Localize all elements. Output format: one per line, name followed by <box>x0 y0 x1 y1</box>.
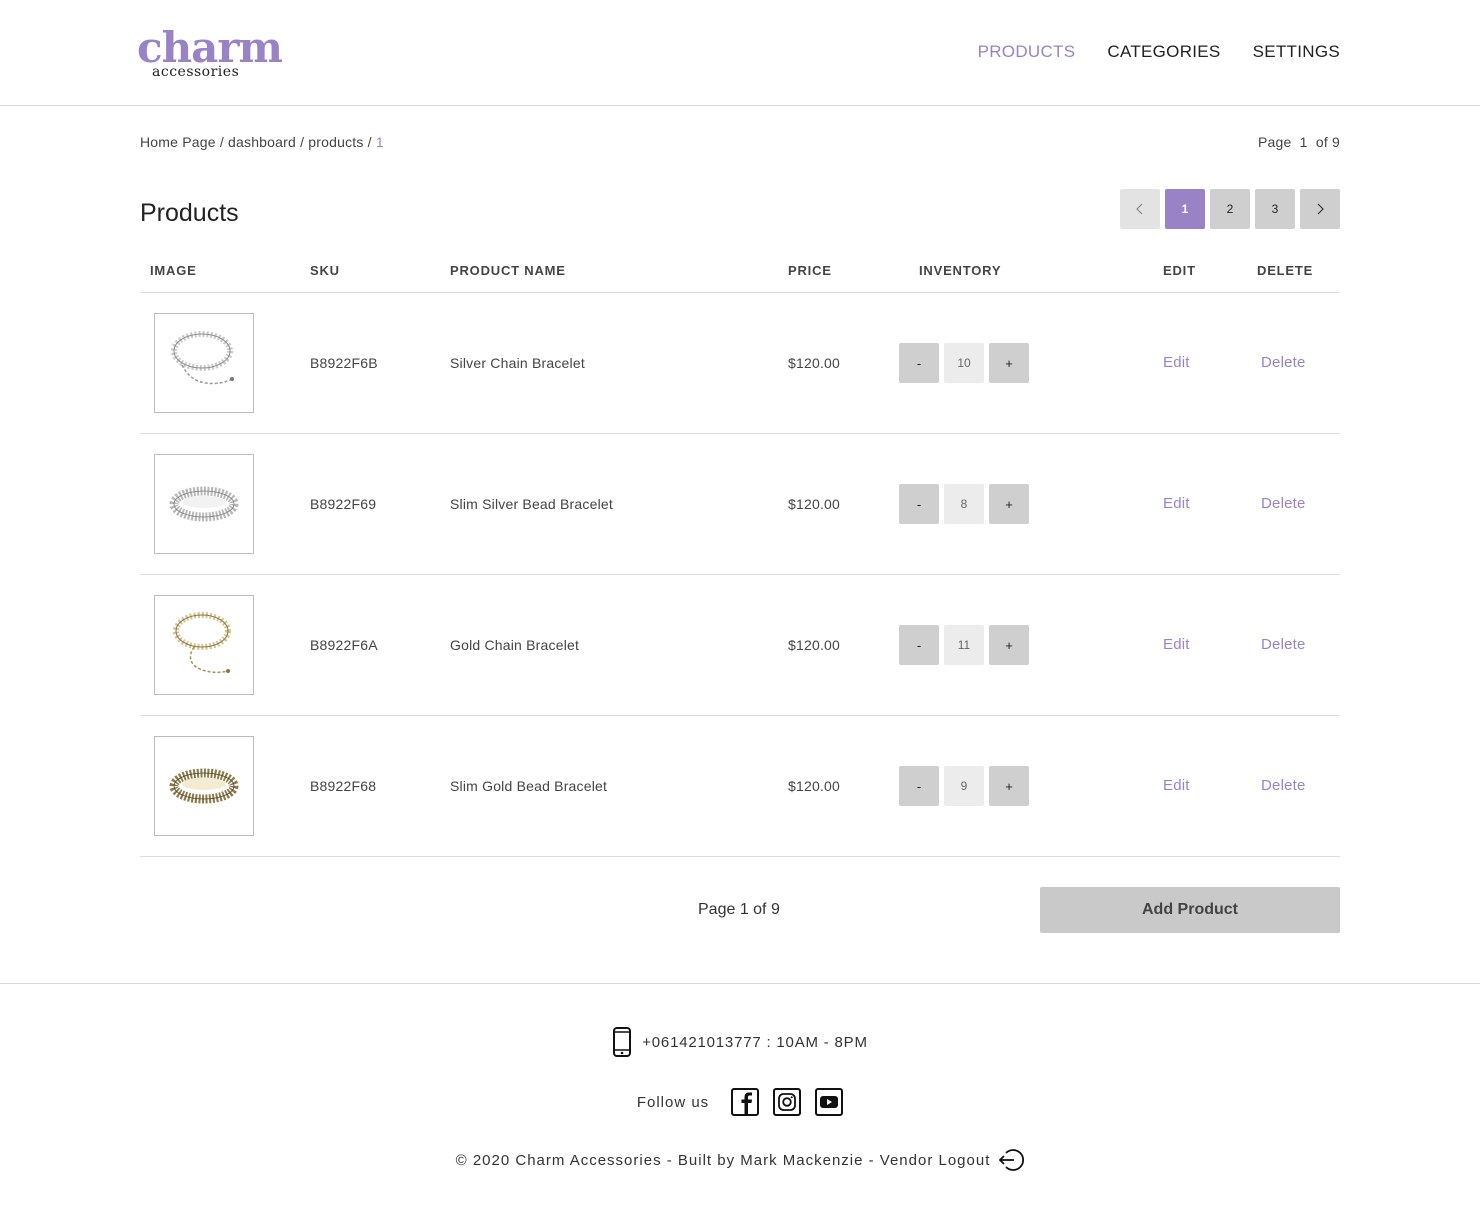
instagram-icon[interactable] <box>773 1088 802 1116</box>
inventory-decrease-button[interactable]: - <box>899 766 939 806</box>
pagination-page-1[interactable]: 1 <box>1165 189 1205 229</box>
product-name: Slim Silver Bead Bracelet <box>450 496 613 512</box>
contact-line: +061421013777 : 10AM - 8PM <box>0 1027 1480 1057</box>
silver-bead-bracelet-image <box>169 486 239 522</box>
product-thumbnail[interactable] <box>154 736 254 836</box>
page-indicator: Page 1 of 9 <box>1258 134 1340 150</box>
pagination-page-2[interactable]: 2 <box>1210 189 1250 229</box>
edit-link[interactable]: Edit <box>1163 777 1190 795</box>
edit-link[interactable]: Edit <box>1163 495 1190 513</box>
table-row: B8922F69 Slim Silver Bead Bracelet $120.… <box>140 434 1340 575</box>
edit-link[interactable]: Edit <box>1163 636 1190 654</box>
product-thumbnail[interactable] <box>154 454 254 554</box>
add-product-button[interactable]: Add Product <box>1040 887 1340 933</box>
facebook-icon[interactable] <box>731 1088 760 1116</box>
contact-phone: +061421013777 : 10AM - 8PM <box>642 1033 868 1051</box>
inventory-value: 8 <box>944 484 984 524</box>
inventory-decrease-button[interactable]: - <box>899 625 939 665</box>
inventory-decrease-button[interactable]: - <box>899 343 939 383</box>
inventory-value: 10 <box>944 343 984 383</box>
pagination-page-3[interactable]: 3 <box>1255 189 1295 229</box>
header-inventory: INVENTORY <box>919 263 1002 278</box>
product-sku: B8922F6B <box>310 355 378 371</box>
product-name: Silver Chain Bracelet <box>450 355 585 371</box>
breadcrumb-separator: / <box>367 134 372 150</box>
product-name: Gold Chain Bracelet <box>450 637 580 653</box>
page-title: Products <box>140 199 239 227</box>
gold-bead-bracelet-image <box>169 768 239 804</box>
breadcrumb-products[interactable]: products <box>308 134 363 150</box>
header-product-name: PRODUCT NAME <box>450 263 566 278</box>
inventory-value: 11 <box>944 625 984 665</box>
main-nav: PRODUCTS CATEGORIES SETTINGS <box>978 42 1340 62</box>
nav-products[interactable]: PRODUCTS <box>978 42 1076 62</box>
delete-link[interactable]: Delete <box>1261 495 1306 513</box>
product-sku: B8922F68 <box>310 778 377 794</box>
pagination-prev-button[interactable] <box>1120 189 1160 229</box>
breadcrumb-home[interactable]: Home Page <box>140 134 216 150</box>
inventory-stepper: - 8 + <box>899 484 1029 524</box>
brand-logo[interactable]: charm accessories <box>137 26 283 82</box>
delete-link[interactable]: Delete <box>1261 354 1306 372</box>
follow-us-label: Follow us <box>636 1093 710 1111</box>
pagination-next-button[interactable] <box>1300 189 1340 229</box>
product-thumbnail[interactable] <box>154 313 254 413</box>
breadcrumb-current: 1 <box>375 134 384 150</box>
header-edit: EDIT <box>1163 263 1196 278</box>
header-delete: DELETE <box>1257 263 1314 278</box>
copyright-text[interactable]: © 2020 Charm Accessories - Built by Mark… <box>456 1152 991 1169</box>
breadcrumb-separator: / <box>300 134 305 150</box>
silver-chain-bracelet-image <box>171 331 234 385</box>
delete-link[interactable]: Delete <box>1261 636 1306 654</box>
product-price: $120.00 <box>788 496 841 512</box>
product-price: $120.00 <box>788 637 841 653</box>
product-sku: B8922F69 <box>310 496 377 512</box>
product-price: $120.00 <box>788 778 841 794</box>
phone-icon <box>612 1027 632 1057</box>
breadcrumb: Home Page / dashboard / products / 1 <box>140 133 384 151</box>
table-header: IMAGE SKU PRODUCT NAME PRICE INVENTORY E… <box>140 250 1340 293</box>
nav-categories[interactable]: CATEGORIES <box>1107 42 1220 62</box>
nav-settings[interactable]: SETTINGS <box>1253 42 1340 62</box>
page-count-text: Page 1 of 9 <box>698 901 780 918</box>
breadcrumb-separator: / <box>219 134 224 150</box>
edit-link[interactable]: Edit <box>1163 354 1190 372</box>
table-row: B8922F6B Silver Chain Bracelet $120.00 -… <box>140 293 1340 434</box>
inventory-decrease-button[interactable]: - <box>899 484 939 524</box>
logo-subtitle: accessories <box>152 64 240 80</box>
header-price: PRICE <box>788 263 832 278</box>
table-row: B8922F6A Gold Chain Bracelet $120.00 - 1… <box>140 575 1340 716</box>
site-header: charm accessories PRODUCTS CATEGORIES SE… <box>0 0 1480 106</box>
inventory-stepper: - 11 + <box>899 625 1029 665</box>
header-sku: SKU <box>310 263 340 278</box>
pagination: 1 2 3 <box>1120 189 1340 229</box>
product-name: Slim Gold Bead Bracelet <box>450 778 608 794</box>
header-image: IMAGE <box>150 263 197 278</box>
delete-link[interactable]: Delete <box>1261 777 1306 795</box>
gold-chain-bracelet-image <box>173 612 231 674</box>
inventory-increase-button[interactable]: + <box>989 343 1029 383</box>
chevron-right-icon <box>1317 203 1324 215</box>
chevron-left-icon <box>1136 203 1143 215</box>
inventory-stepper: - 9 + <box>899 766 1029 806</box>
products-table: IMAGE SKU PRODUCT NAME PRICE INVENTORY E… <box>140 250 1340 857</box>
inventory-increase-button[interactable]: + <box>989 625 1029 665</box>
product-thumbnail[interactable] <box>154 595 254 695</box>
table-row: B8922F68 Slim Gold Bead Bracelet $120.00… <box>140 716 1340 857</box>
inventory-increase-button[interactable]: + <box>989 484 1029 524</box>
social-line: Follow us <box>0 1088 1480 1116</box>
inventory-increase-button[interactable]: + <box>989 766 1029 806</box>
youtube-icon[interactable] <box>815 1088 844 1116</box>
site-footer: +061421013777 : 10AM - 8PM Follow us © 2… <box>0 983 1480 1225</box>
product-sku: B8922F6A <box>310 637 378 653</box>
inventory-value: 9 <box>944 766 984 806</box>
inventory-stepper: - 10 + <box>899 343 1029 383</box>
product-price: $120.00 <box>788 355 841 371</box>
breadcrumb-dashboard[interactable]: dashboard <box>228 134 296 150</box>
logout-icon[interactable] <box>998 1148 1025 1172</box>
copyright-line: © 2020 Charm Accessories - Built by Mark… <box>0 1148 1480 1172</box>
